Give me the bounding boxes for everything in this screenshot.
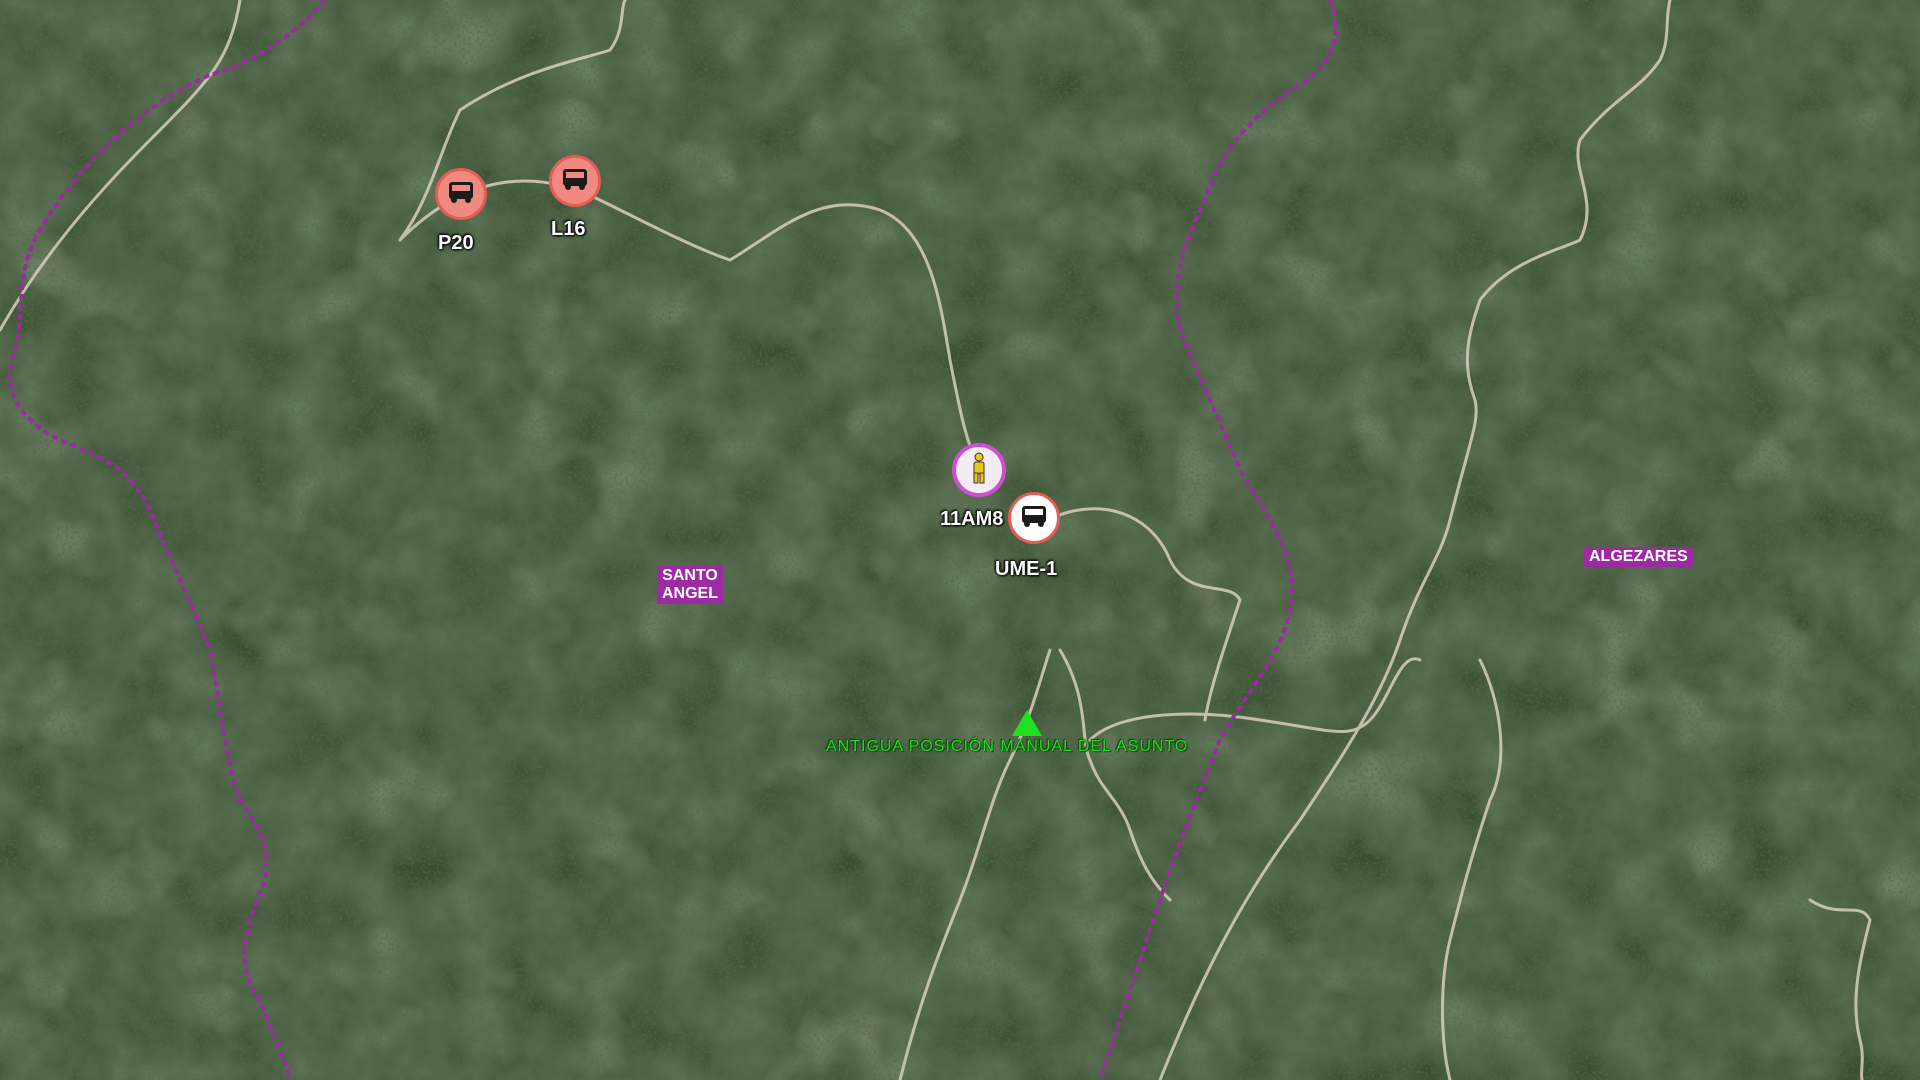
unit-label-ume-1[interactable]: UME-1 bbox=[995, 558, 1057, 581]
unit-marker-l16[interactable] bbox=[549, 155, 601, 207]
unit-label-l16[interactable]: L16 bbox=[551, 218, 585, 241]
unit-label-11am8[interactable]: 11AM8 bbox=[940, 508, 1003, 531]
truck-icon bbox=[561, 167, 589, 196]
truck-icon bbox=[1020, 504, 1048, 533]
old-position-label: ANTIGUA POSICIÓN MANUAL DEL ASUNTO bbox=[826, 738, 1189, 755]
place-label-santo-angel: SANTO ANGEL bbox=[657, 566, 723, 604]
place-label-algezares: ALGEZARES bbox=[1584, 547, 1693, 567]
satellite-imagery bbox=[0, 0, 1920, 1080]
unit-marker-11am8[interactable] bbox=[952, 443, 1006, 497]
triangle-marker-icon[interactable] bbox=[1012, 710, 1042, 736]
map-viewport[interactable]: P20 L16 11AM8 UME-1 SANTO ANGEL ALGEZARE… bbox=[0, 0, 1920, 1080]
unit-label-p20[interactable]: P20 bbox=[438, 232, 474, 255]
unit-marker-p20[interactable] bbox=[435, 168, 487, 220]
truck-icon bbox=[447, 180, 475, 209]
unit-marker-ume-1[interactable] bbox=[1008, 492, 1060, 544]
person-icon bbox=[969, 452, 989, 489]
